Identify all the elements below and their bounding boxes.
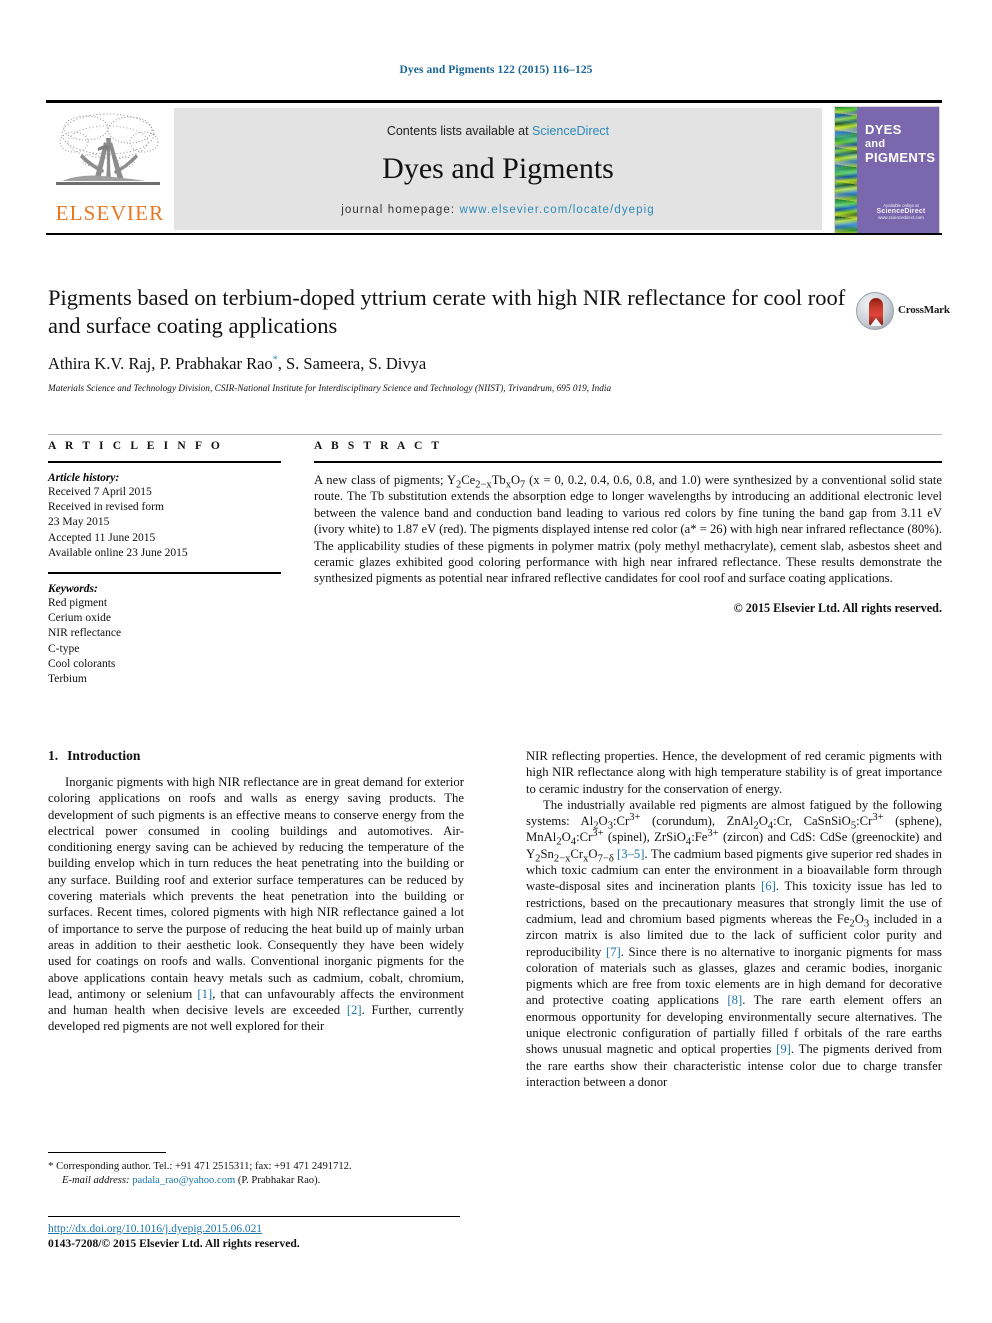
article-history-0: Received 7 April 2015 (48, 486, 152, 498)
crossmark-icon-arrow (870, 318, 882, 326)
section-title-introduction: 1. Introduction (48, 748, 464, 764)
cover-art-strip (835, 107, 857, 233)
journal-cover-thumbnail: DYES and PIGMENTS Available online at Sc… (834, 106, 940, 234)
elsevier-tree-icon (56, 113, 160, 185)
masthead-rule-top (46, 100, 942, 103)
abstract-formula-o: O (510, 473, 521, 487)
citation-ref-1[interactable]: [1] (197, 987, 212, 1001)
author-list: Athira K.V. Raj, P. Prabhakar Rao*, S. S… (48, 354, 848, 374)
footnote-marker: * (48, 1160, 54, 1172)
cover-footer-sub: www.sciencedirect.com (878, 215, 924, 220)
abstract-formula-tb: Tb (491, 473, 506, 487)
footnote-email-label: E-mail address: (62, 1175, 130, 1186)
citation-ref-7[interactable]: [7] (606, 945, 621, 959)
journal-name: Dyes and Pigments (382, 152, 614, 185)
article-history-2: 23 May 2015 (48, 516, 110, 529)
abstract-column: A B S T R A C T A new class of pigments;… (314, 440, 942, 616)
cover-title-line1: DYES (865, 122, 902, 137)
elsevier-logo: ELSEVIER (48, 108, 172, 230)
citation-ref-6[interactable]: [6] (761, 879, 776, 893)
keyword-3: C-type (48, 642, 80, 655)
article-history-1: Received in revised form (48, 501, 164, 514)
citation-ref-8[interactable]: [8] (727, 993, 742, 1007)
footer-doi-block: http://dx.doi.org/10.1016/j.dyepig.2015.… (48, 1216, 508, 1251)
abstract-formula-lead: A new class of pigments; Y (314, 473, 457, 487)
article-info-rule (48, 461, 281, 463)
keyword-5: Terbium (48, 673, 87, 686)
intro-right-text-c: :Cr, CaSnSiO (773, 814, 851, 829)
intro-right-text-e: (spinel), ZrSiO (603, 830, 686, 845)
cover-title-line3: PIGMENTS (865, 150, 936, 165)
doi-link[interactable]: http://dx.doi.org/10.1016/j.dyepig.2015.… (48, 1222, 508, 1236)
authors-rest: , S. Sameera, S. Divya (277, 354, 427, 373)
body-column-right: NIR reflecting properties. Hence, the de… (526, 748, 942, 1090)
citation-ref-9[interactable]: [9] (776, 1042, 791, 1056)
article-info-heading: A R T I C L E I N F O (48, 440, 223, 452)
keyword-2: NIR reflectance (48, 627, 122, 640)
keyword-4: Cool colorants (48, 657, 116, 670)
footnote-email-link[interactable]: padala_rao@yahoo.com (132, 1175, 235, 1186)
cover-title: DYES and PIGMENTS (865, 123, 935, 165)
article-history-label: Article history: (48, 472, 120, 484)
crossmark-label: CrossMark (898, 304, 950, 316)
intro-paragraph-right-1: NIR reflecting properties. Hence, the de… (526, 749, 942, 796)
footer-rule (48, 1216, 460, 1217)
footnote-email-line: E-mail address: padala_rao@yahoo.com (P.… (48, 1174, 464, 1188)
section-number: 1. (48, 748, 59, 763)
corresponding-author-footnote: * Corresponding author. Tel.: +91 471 25… (48, 1152, 464, 1188)
authors-main: Athira K.V. Raj, P. Prabhakar Rao (48, 354, 273, 373)
abstract-formula-ce: Ce (461, 473, 476, 487)
info-abstract-top-rule (48, 434, 942, 435)
intro-paragraph-left: Inorganic pigments with high NIR reflect… (48, 774, 464, 1035)
contents-available-line: Contents lists available at ScienceDirec… (174, 124, 822, 138)
intro-right-text-b: (corundum), ZnAl (640, 814, 754, 829)
abstract-text: A new class of pigments; Y2Ce2−xTbxO7 (x… (314, 472, 942, 587)
intro-paragraph-right-2: The industrially available red pigments … (526, 797, 942, 1089)
crossmark-badge-group[interactable]: CrossMark (856, 292, 950, 332)
citation-ref-2[interactable]: [2] (347, 1003, 362, 1017)
journal-homepage-line: journal homepage: www.elsevier.com/locat… (174, 204, 822, 216)
masthead-center-panel: Contents lists available at ScienceDirec… (174, 108, 822, 230)
paper-page: Dyes and Pigments 122 (2015) 116–125 ELS… (0, 0, 992, 1323)
keywords-rule (48, 572, 281, 575)
intro-left-text-a: Inorganic pigments with high NIR reflect… (48, 775, 464, 1001)
homepage-url[interactable]: www.elsevier.com/locate/dyepig (459, 204, 654, 216)
homepage-prefix: journal homepage: (341, 204, 456, 216)
journal-masthead: ELSEVIER Contents lists available at Sci… (46, 100, 942, 236)
sciencedirect-link[interactable]: ScienceDirect (532, 124, 609, 138)
article-info-column: A R T I C L E I N F O Article history: R… (48, 440, 281, 687)
abstract-main-text: (x = 0, 0.2, 0.4, 0.6, 0.8, and 1.0) wer… (314, 473, 942, 586)
body-column-left: 1. Introduction Inorganic pigments with h… (48, 748, 464, 1035)
running-head: Dyes and Pigments 122 (2015) 116–125 (399, 64, 593, 76)
crossmark-icon (856, 292, 894, 330)
footnote-rule (48, 1152, 166, 1153)
keyword-0: Red pigment (48, 597, 108, 610)
article-history-3: Accepted 11 June 2015 (48, 531, 156, 544)
keywords-label: Keywords: (48, 583, 98, 596)
cover-footer: Available online at ScienceDirect www.sc… (869, 203, 933, 221)
masthead-rule-bottom (46, 233, 942, 235)
keyword-1: Cerium oxide (48, 612, 111, 625)
section-label: Introduction (67, 748, 141, 763)
page-title: Pigments based on terbium-doped yttrium … (48, 285, 846, 338)
abstract-copyright: © 2015 Elsevier Ltd. All rights reserved… (733, 600, 942, 615)
footnote-email-owner: (P. Prabhakar Rao). (237, 1175, 321, 1186)
abstract-heading: A B S T R A C T (314, 440, 443, 452)
elsevier-wordmark: ELSEVIER (55, 201, 165, 225)
footnote-contact-text: Corresponding author. Tel.: +91 471 2515… (56, 1161, 352, 1172)
affiliation: Materials Science and Technology Divisio… (48, 383, 612, 393)
issn-copyright-line: 0143-7208/© 2015 Elsevier Ltd. All right… (48, 1237, 300, 1250)
citation-ref-3-5[interactable]: [3–5] (617, 847, 644, 861)
contents-prefix: Contents lists available at (386, 124, 529, 138)
title-block: Pigments based on terbium-doped yttrium … (48, 284, 848, 393)
cover-title-line2: and (865, 138, 886, 150)
footnote-contact-line: * Corresponding author. Tel.: +91 471 25… (48, 1159, 464, 1174)
abstract-rule (314, 461, 942, 463)
article-history-4: Available online 23 June 2015 (48, 546, 188, 559)
